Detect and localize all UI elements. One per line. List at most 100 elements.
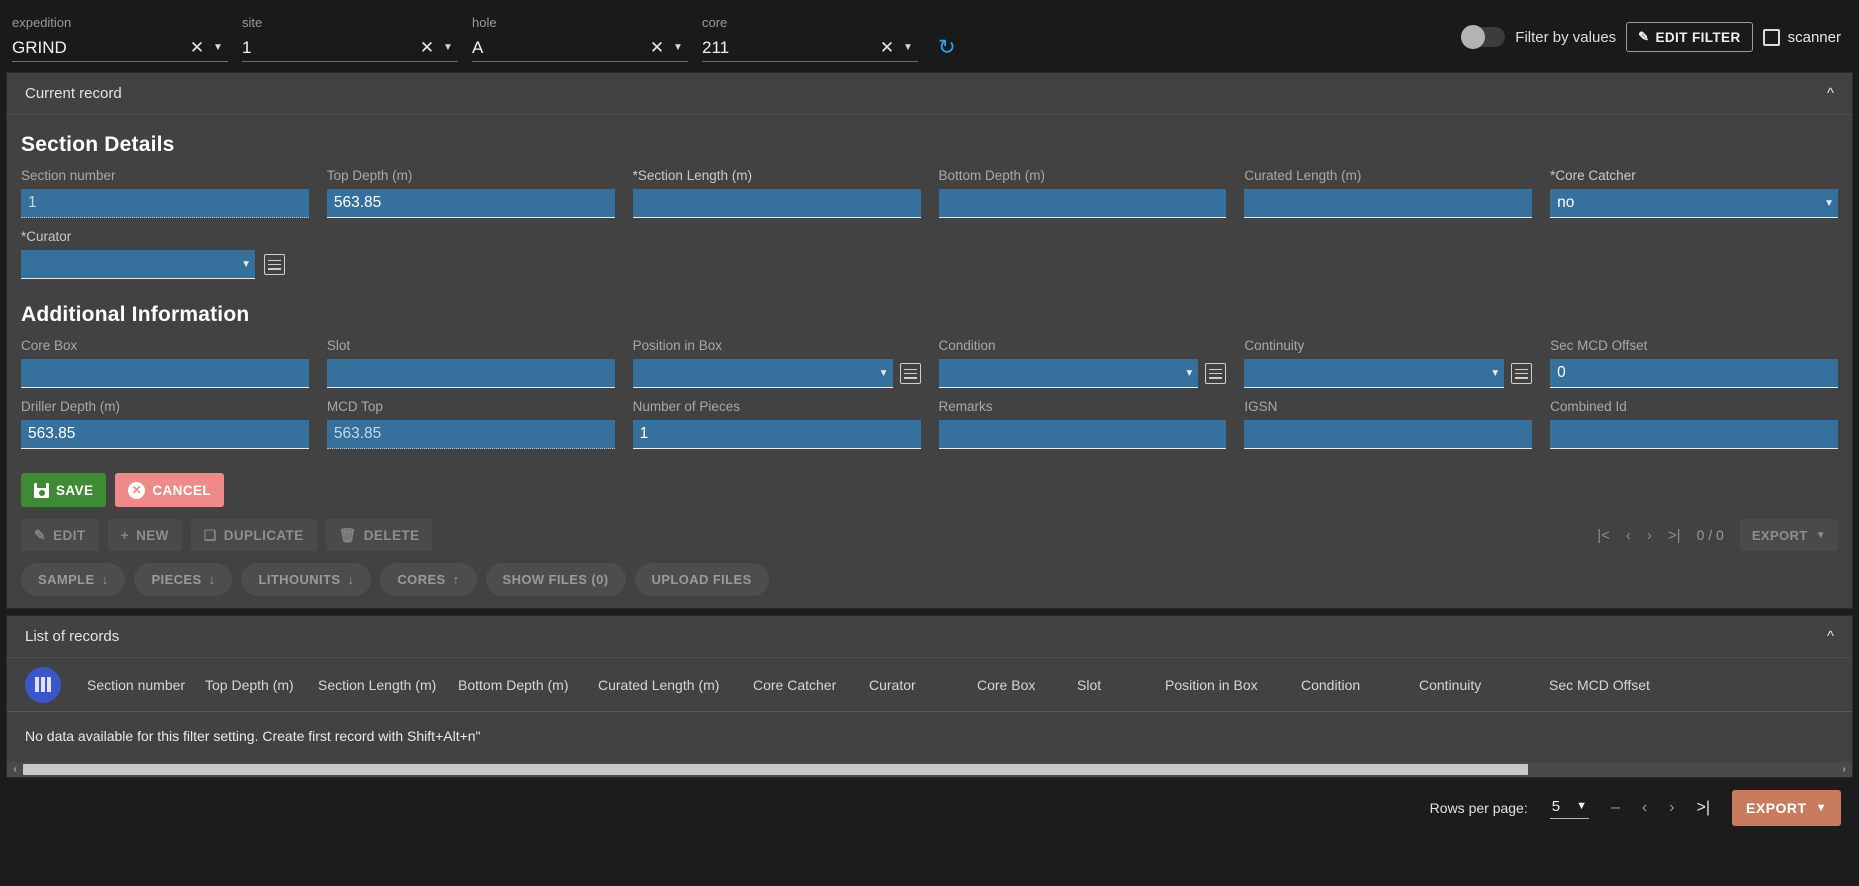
new-button[interactable]: + NEW [108, 519, 182, 551]
column-header-bottom-depth[interactable]: Bottom Depth (m) [458, 677, 598, 693]
columns-icon[interactable] [25, 667, 61, 703]
list-picker-icon[interactable] [264, 254, 285, 275]
continuity-select[interactable]: ▼ [1244, 359, 1504, 388]
filter-core-value[interactable]: 211 [702, 37, 876, 59]
column-header-core-box[interactable]: Core Box [977, 677, 1077, 693]
filter-by-values-toggle[interactable] [1461, 27, 1505, 47]
pager-first-button[interactable]: |< [1597, 527, 1610, 544]
sec-mcd-offset-input[interactable]: 0 [1550, 359, 1838, 388]
footer-last-button[interactable]: >| [1697, 799, 1711, 817]
chevron-up-icon[interactable]: ^ [1827, 85, 1834, 102]
chevron-up-icon[interactable]: ^ [1827, 628, 1834, 645]
scroll-right-arrow-icon[interactable]: › [1836, 764, 1852, 775]
column-header-slot[interactable]: Slot [1077, 677, 1165, 693]
chevron-down-icon[interactable]: ▼ [438, 42, 458, 53]
field-label: Position in Box [633, 337, 921, 355]
show-files-button[interactable]: SHOW FILES (0) [486, 563, 626, 596]
curator-select[interactable]: ▼ [21, 250, 255, 279]
scanner-checkbox[interactable]: scanner [1763, 29, 1841, 46]
field-remarks: Remarks [939, 398, 1227, 459]
column-header-top-depth[interactable]: Top Depth (m) [205, 677, 318, 693]
column-header-position-in-box[interactable]: Position in Box [1165, 677, 1301, 693]
filter-expedition[interactable]: expedition GRIND ✕ ▼ [12, 15, 228, 68]
pieces-button[interactable]: PIECES ↓ [134, 563, 232, 596]
footer-next-button[interactable]: › [1669, 799, 1674, 817]
upload-files-button[interactable]: UPLOAD FILES [635, 563, 769, 596]
scrollbar-thumb[interactable] [23, 764, 1528, 775]
scrollbar-track[interactable] [23, 762, 1836, 777]
checkbox-box-icon[interactable] [1763, 29, 1780, 46]
position-in-box-select[interactable]: ▼ [633, 359, 893, 388]
number-of-pieces-input[interactable]: 1 [633, 420, 921, 449]
igsn-input[interactable] [1244, 420, 1532, 449]
filter-core[interactable]: core 211 ✕ ▼ [702, 15, 918, 68]
clear-x-icon[interactable]: ✕ [876, 38, 898, 58]
section-number-input[interactable]: 1 [21, 189, 309, 218]
combined-id-input[interactable] [1550, 420, 1838, 449]
export-button[interactable]: EXPORT ▼ [1732, 790, 1841, 826]
column-header-sec-mcd-offset[interactable]: Sec MCD Offset [1549, 677, 1650, 693]
pager-last-button[interactable]: >| [1668, 527, 1681, 544]
chevron-down-icon: ▼ [1184, 368, 1194, 379]
field-label: Curated Length (m) [1244, 167, 1532, 185]
edit-filter-button[interactable]: ✎ EDIT FILTER [1626, 22, 1752, 52]
column-header-section-number[interactable]: Section number [87, 677, 205, 693]
filter-site-label: site [242, 15, 458, 31]
pager-next-button[interactable]: › [1647, 527, 1652, 544]
field-curated-length: Curated Length (m) [1244, 167, 1532, 228]
list-picker-icon[interactable] [1205, 363, 1226, 384]
column-header-continuity[interactable]: Continuity [1419, 677, 1549, 693]
clear-x-icon[interactable]: ✕ [186, 38, 208, 58]
filter-hole-value[interactable]: A [472, 37, 646, 59]
filter-site-value[interactable]: 1 [242, 37, 416, 59]
core-catcher-select[interactable]: no ▼ [1550, 189, 1838, 218]
mcd-top-input[interactable]: 563.85 [327, 420, 615, 449]
field-driller-depth: Driller Depth (m) 563.85 [21, 398, 309, 459]
bottom-depth-input[interactable] [939, 189, 1227, 218]
driller-depth-input[interactable]: 563.85 [21, 420, 309, 449]
column-header-section-length[interactable]: Section Length (m) [318, 677, 458, 693]
list-picker-icon[interactable] [1511, 363, 1532, 384]
edit-filter-label: EDIT FILTER [1655, 30, 1740, 45]
record-export-button[interactable]: EXPORT ▼ [1740, 519, 1838, 551]
core-box-input[interactable] [21, 359, 309, 388]
cancel-button[interactable]: ✕ CANCEL [115, 473, 224, 507]
filter-hole[interactable]: hole A ✕ ▼ [472, 15, 688, 68]
clear-x-icon[interactable]: ✕ [416, 38, 438, 58]
chevron-down-icon[interactable]: ▼ [668, 42, 688, 53]
column-header-condition[interactable]: Condition [1301, 677, 1419, 693]
horizontal-scrollbar[interactable]: ‹ › [7, 762, 1852, 777]
condition-select[interactable]: ▼ [939, 359, 1199, 388]
slot-input[interactable] [327, 359, 615, 388]
duplicate-button[interactable]: ❏ DUPLICATE [191, 519, 317, 551]
cores-button[interactable]: CORES ↑ [380, 563, 476, 596]
chevron-down-icon: ▼ [1816, 802, 1827, 814]
pager-prev-button[interactable]: ‹ [1626, 527, 1631, 544]
clear-x-icon[interactable]: ✕ [646, 38, 668, 58]
edit-button[interactable]: ✎ EDIT [21, 519, 99, 551]
curated-length-input[interactable] [1244, 189, 1532, 218]
filter-toolbar: expedition GRIND ✕ ▼ site 1 ✕ ▼ hole A ✕… [0, 0, 1859, 68]
refresh-icon[interactable]: ↻ [938, 37, 956, 58]
primary-button-row: SAVE ✕ CANCEL [21, 473, 1838, 507]
top-depth-input[interactable]: 563.85 [327, 189, 615, 218]
list-picker-icon[interactable] [900, 363, 921, 384]
delete-button[interactable]: 🗑 DELETE [326, 519, 433, 551]
column-header-core-catcher[interactable]: Core Catcher [753, 677, 869, 693]
footer-prev-button[interactable]: ‹ [1642, 799, 1647, 817]
section-length-input[interactable] [633, 189, 921, 218]
remarks-input[interactable] [939, 420, 1227, 449]
lithounits-button[interactable]: LITHOUNITS ↓ [241, 563, 371, 596]
chevron-down-icon: ▼ [241, 259, 251, 270]
filter-expedition-value[interactable]: GRIND [12, 37, 186, 59]
filter-site[interactable]: site 1 ✕ ▼ [242, 15, 458, 68]
column-header-curator[interactable]: Curator [869, 677, 977, 693]
column-header-curated-length[interactable]: Curated Length (m) [598, 677, 753, 693]
chevron-down-icon[interactable]: ▼ [208, 42, 228, 53]
save-button[interactable]: SAVE [21, 473, 106, 507]
sample-button[interactable]: SAMPLE ↓ [21, 563, 125, 596]
scroll-left-arrow-icon[interactable]: ‹ [7, 764, 23, 775]
toggle-knob [1461, 25, 1485, 49]
chevron-down-icon[interactable]: ▼ [898, 42, 918, 53]
rows-per-page-select[interactable]: 5 ▼ [1550, 798, 1589, 819]
